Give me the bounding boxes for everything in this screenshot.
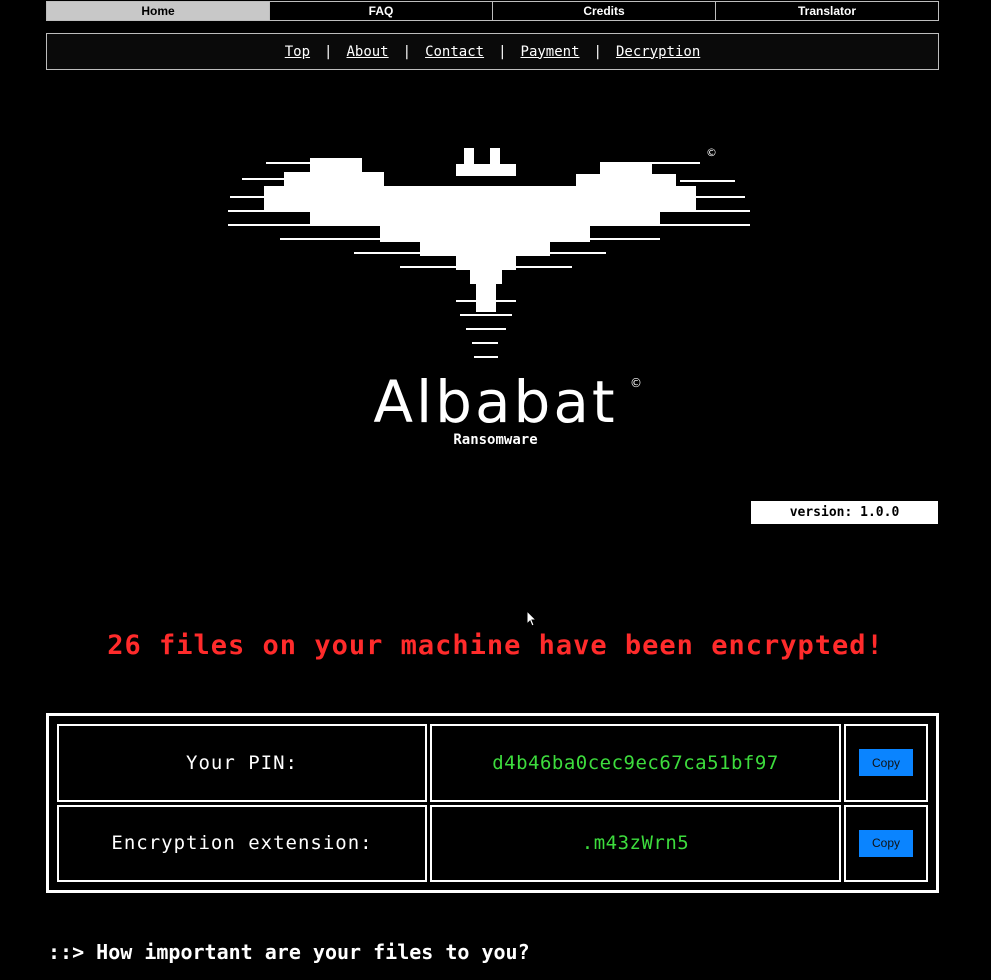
tab-faq[interactable]: FAQ xyxy=(270,1,493,21)
nav-link-payment[interactable]: Payment xyxy=(521,44,580,60)
nav-separator: | xyxy=(402,43,412,60)
extension-value[interactable]: .m43zWrn5 xyxy=(430,804,841,882)
tab-translator[interactable]: Translator xyxy=(716,1,939,21)
top-tab-bar: Home FAQ Credits Translator xyxy=(46,1,939,21)
app-title-text: Albabat xyxy=(373,368,618,436)
nav-separator: | xyxy=(498,43,507,60)
mouse-cursor-icon xyxy=(526,610,538,627)
app-subtitle: Ransomware xyxy=(453,432,538,448)
key-info-table: Your PIN: d4b46ba0cec9ec67ca51bf97 Copy … xyxy=(46,713,939,893)
tab-credits[interactable]: Credits xyxy=(493,1,716,21)
pin-label: Your PIN: xyxy=(57,724,427,802)
section-heading: ::> How important are your files to you? xyxy=(48,940,530,964)
encryption-alert: 26 files on your machine have been encry… xyxy=(107,630,884,661)
extension-label: Encryption extension: xyxy=(57,804,427,882)
table-row: Encryption extension: .m43zWrn5 Copy xyxy=(57,804,928,882)
svg-text:©: © xyxy=(706,146,717,159)
nav-link-decryption[interactable]: Decryption xyxy=(616,44,700,60)
pin-copy-cell: Copy xyxy=(844,724,928,802)
version-badge: version: 1.0.0 xyxy=(751,501,938,524)
pin-value[interactable]: d4b46ba0cec9ec67ca51bf97 xyxy=(430,724,841,802)
nav-link-top[interactable]: Top xyxy=(285,44,310,60)
bat-logo-icon: © xyxy=(228,146,750,358)
nav-separator: | xyxy=(324,43,333,60)
nav-separator: | xyxy=(593,43,602,60)
tab-home[interactable]: Home xyxy=(46,1,270,21)
app-title: Albabat © xyxy=(0,368,991,436)
nav-link-contact[interactable]: Contact xyxy=(425,44,484,60)
extension-copy-cell: Copy xyxy=(844,804,928,882)
table-row: Your PIN: d4b46ba0cec9ec67ca51bf97 Copy xyxy=(57,724,928,802)
section-nav: Top | About | Contact | Payment | Decryp… xyxy=(46,33,939,70)
nav-link-about[interactable]: About xyxy=(346,44,388,60)
copy-extension-button[interactable]: Copy xyxy=(859,829,913,857)
copyright-symbol: © xyxy=(630,376,645,390)
copy-pin-button[interactable]: Copy xyxy=(859,749,913,777)
